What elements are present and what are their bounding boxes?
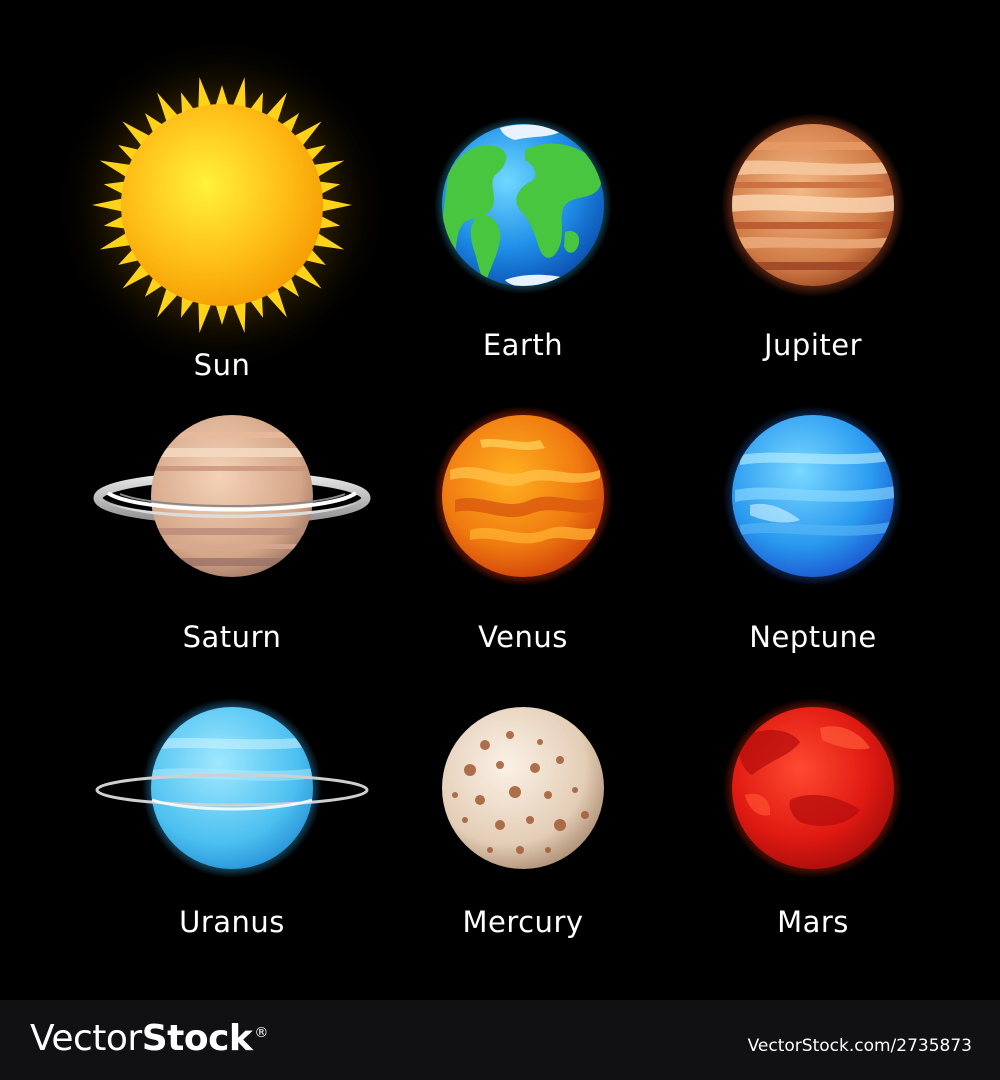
sun-icon — [52, 35, 392, 375]
mercury-crater — [545, 847, 551, 853]
mercury-crater — [526, 816, 534, 824]
mercury-crater — [530, 763, 540, 773]
planet-label-venus: Venus — [478, 620, 568, 654]
mercury-crater — [544, 791, 552, 799]
mercury-crater — [475, 795, 485, 805]
planets-illustration — [52, 35, 905, 878]
neptune-icon — [723, 406, 903, 586]
planet-label-uranus: Uranus — [179, 905, 285, 939]
planet-label-neptune: Neptune — [749, 620, 877, 654]
illustration-canvas: Sun Earth Jupiter Saturn Venus Neptune U… — [0, 0, 1000, 1000]
registered-mark: ® — [254, 1025, 268, 1041]
mercury-crater — [452, 792, 458, 798]
saturn-icon — [93, 415, 371, 577]
jupiter-icon — [721, 113, 905, 297]
mercury-crater — [495, 820, 505, 830]
mercury-icon — [442, 707, 604, 869]
logo-text-vector: Vector — [30, 1018, 142, 1059]
vectorstock-logo: VectorStock ® — [30, 1018, 268, 1059]
mercury-crater — [487, 847, 493, 853]
venus-icon — [433, 406, 613, 586]
planet-label-saturn: Saturn — [182, 620, 282, 654]
mercury-crater — [496, 761, 504, 769]
uranus-icon — [95, 698, 369, 878]
mercury-crater — [506, 731, 514, 739]
planet-label-mercury: Mercury — [462, 905, 584, 939]
mercury-crater — [462, 817, 468, 823]
mercury-crater — [554, 819, 566, 831]
mercury-crater — [537, 739, 543, 745]
mercury-crater — [572, 787, 578, 793]
image-credit: VectorStock.com/2735873 — [747, 1036, 972, 1056]
planet-label-earth: Earth — [482, 328, 564, 362]
mercury-crater — [556, 756, 564, 764]
planet-label-mars: Mars — [777, 905, 849, 939]
mercury-crater — [509, 786, 521, 798]
mercury-crater — [464, 764, 476, 776]
mars-icon — [723, 698, 903, 878]
footer-bar: VectorStock ® VectorStock.com/2735873 — [0, 1000, 1000, 1080]
mercury-crater — [480, 740, 490, 750]
logo-text-stock: Stock — [141, 1018, 253, 1059]
planet-label-jupiter: Jupiter — [763, 328, 863, 362]
mercury-crater — [516, 846, 524, 854]
mercury-crater — [581, 811, 589, 819]
earth-icon — [434, 116, 612, 294]
planet-label-sun: Sun — [193, 348, 251, 382]
